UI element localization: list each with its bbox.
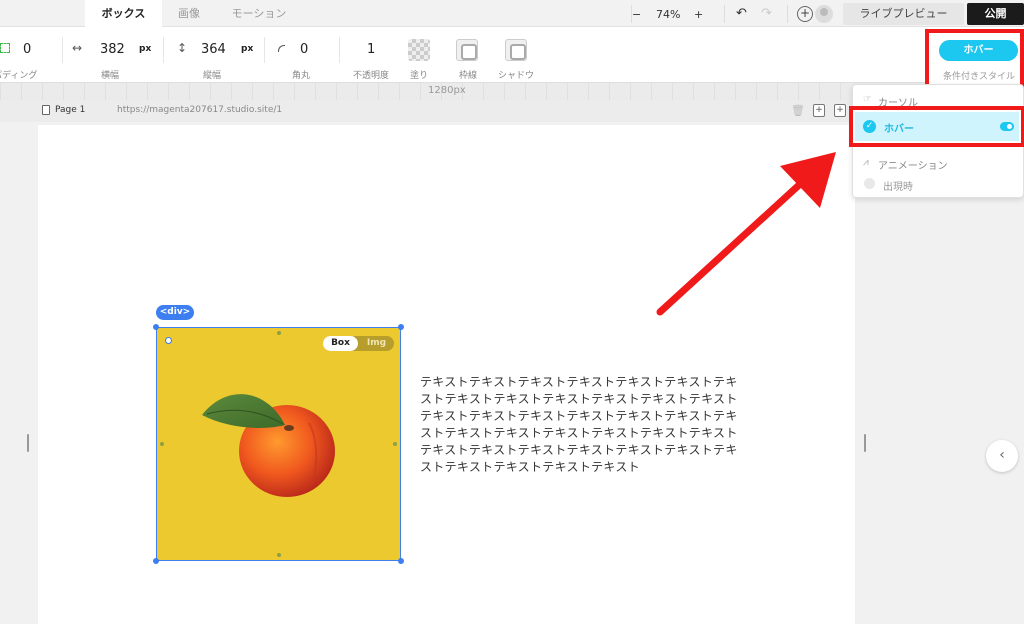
resize-handle-bottom[interactable]	[277, 553, 281, 557]
top-bar: ボックス 画像 モーション − 74% + ↶ ↷ + ライブプレビュー 公開	[0, 0, 1024, 27]
tab-motion[interactable]: モーション	[216, 0, 302, 27]
hover-condition-button[interactable]: ホバー	[939, 40, 1018, 61]
undo-icon[interactable]: ↶	[736, 6, 747, 21]
toggle-img-option[interactable]: Img	[359, 336, 394, 351]
toggle-box-option[interactable]: Box	[323, 336, 358, 351]
redo-icon[interactable]: ↷	[761, 6, 772, 21]
check-icon: ✓	[863, 120, 876, 133]
body-text[interactable]: テキストテキストテキストテキストテキストテキストテキストテキストテキストテキスト…	[420, 374, 738, 476]
height-label: 縦幅	[203, 71, 222, 81]
property-bar: 0 パディング ↔ 382 px 横幅 ↕ 364 px 縦幅 0 角丸 1 不…	[0, 27, 1024, 83]
selected-box[interactable]: Box Img	[153, 324, 404, 564]
zoom-controls: − 74% +	[632, 4, 706, 24]
border-label: 枠線	[459, 71, 478, 81]
resize-handle-tl[interactable]	[153, 324, 159, 330]
width-value[interactable]: 382	[100, 42, 125, 57]
tab-box[interactable]: ボックス	[85, 0, 162, 27]
avatar[interactable]	[815, 5, 833, 23]
add-member-icon[interactable]: +	[797, 6, 813, 22]
border-control[interactable]: 枠線	[454, 27, 484, 83]
padding-control[interactable]: 0 パディング	[0, 27, 60, 83]
height-value[interactable]: 364	[201, 42, 226, 57]
width-unit: px	[139, 44, 152, 54]
padding-label: パディング	[0, 71, 38, 81]
animation-icon: ⩘	[863, 157, 869, 168]
canvas-width-label: 1280px	[428, 85, 466, 96]
peach-image	[202, 394, 335, 497]
add-section-below-icon[interactable]: +	[834, 104, 846, 117]
opacity-label: 不透明度	[353, 71, 390, 81]
height-control[interactable]: ↕ 364 px 縦幅	[172, 27, 262, 83]
zoom-level: 74%	[656, 7, 681, 21]
studio-editor: ボックス 画像 モーション − 74% + ↶ ↷ + ライブプレビュー 公開 …	[0, 0, 1024, 624]
shadow-control[interactable]: シャドウ	[498, 27, 542, 83]
fill-label: 塗り	[410, 71, 429, 81]
divider	[787, 5, 788, 23]
radius-control[interactable]: 0 角丸	[272, 27, 332, 83]
radius-label: 角丸	[292, 71, 311, 81]
dropdown-item-appear[interactable]: 出現時	[853, 173, 1024, 195]
left-resize-handle[interactable]	[27, 434, 29, 452]
element-tag-badge[interactable]: <div>	[156, 305, 194, 320]
shadow-swatch[interactable]	[505, 39, 527, 61]
fill-control[interactable]: 塗り	[405, 27, 435, 83]
width-arrow-icon: ↔	[72, 41, 83, 55]
right-resize-handle[interactable]	[864, 434, 866, 452]
opacity-value[interactable]: 1	[367, 42, 375, 57]
box-img-toggle[interactable]: Box Img	[323, 336, 394, 351]
resize-handle-top[interactable]	[277, 331, 281, 335]
height-unit: px	[241, 44, 254, 54]
collapse-panel-button[interactable]: ‹	[986, 440, 1018, 472]
zoom-out-button[interactable]: −	[632, 8, 646, 21]
divider	[264, 37, 265, 63]
add-section-above-icon[interactable]: +	[813, 104, 825, 117]
circle-icon	[864, 178, 875, 189]
width-label: 横幅	[101, 71, 120, 81]
resize-handle-right[interactable]	[393, 442, 397, 446]
shadow-label: シャドウ	[498, 71, 535, 81]
fill-swatch[interactable]	[408, 39, 430, 61]
border-swatch[interactable]	[456, 39, 478, 61]
corner-radius-icon	[278, 45, 285, 52]
dropdown-item-hover[interactable]: ✓ ホバー	[855, 112, 1019, 141]
dropdown-item-animation[interactable]: ⩘ アニメーション	[853, 152, 1024, 174]
radius-value[interactable]: 0	[300, 42, 308, 57]
zoom-in-button[interactable]: +	[694, 8, 706, 21]
resize-handle-bl[interactable]	[153, 558, 159, 564]
publish-button[interactable]: 公開	[967, 3, 1024, 25]
condition-style-highlight: ホバー 条件付きスタイル	[925, 29, 1024, 89]
padding-value[interactable]: 0	[23, 42, 31, 57]
divider	[163, 37, 164, 63]
opacity-control[interactable]: 1 不透明度	[350, 27, 392, 83]
tab-image[interactable]: 画像	[162, 0, 216, 27]
trash-icon[interactable]: 🗑	[791, 104, 805, 117]
origin-handle[interactable]	[165, 337, 172, 344]
width-control[interactable]: ↔ 382 px 横幅	[70, 27, 160, 83]
hover-option-highlight: ✓ ホバー	[849, 106, 1024, 147]
resize-handle-left[interactable]	[160, 442, 164, 446]
cursor-icon: ☞	[863, 94, 872, 105]
resize-handle-br[interactable]	[398, 558, 404, 564]
hover-toggle-switch[interactable]	[1000, 122, 1014, 131]
height-arrow-icon: ↕	[177, 41, 188, 55]
divider	[724, 5, 725, 23]
page-icon	[42, 105, 50, 115]
divider	[62, 37, 63, 63]
conditional-style-label: 条件付きスタイル	[943, 72, 1016, 82]
resize-handle-tr[interactable]	[398, 324, 404, 330]
page-name[interactable]: Page 1	[55, 105, 85, 115]
divider	[339, 37, 340, 63]
page-header: Page 1 https://magenta207617.studio.site…	[0, 100, 855, 122]
live-preview-button[interactable]: ライブプレビュー	[843, 3, 964, 25]
padding-icon	[0, 43, 10, 53]
page-url[interactable]: https://magenta207617.studio.site/1	[117, 105, 282, 115]
annotation-arrow	[656, 152, 836, 316]
